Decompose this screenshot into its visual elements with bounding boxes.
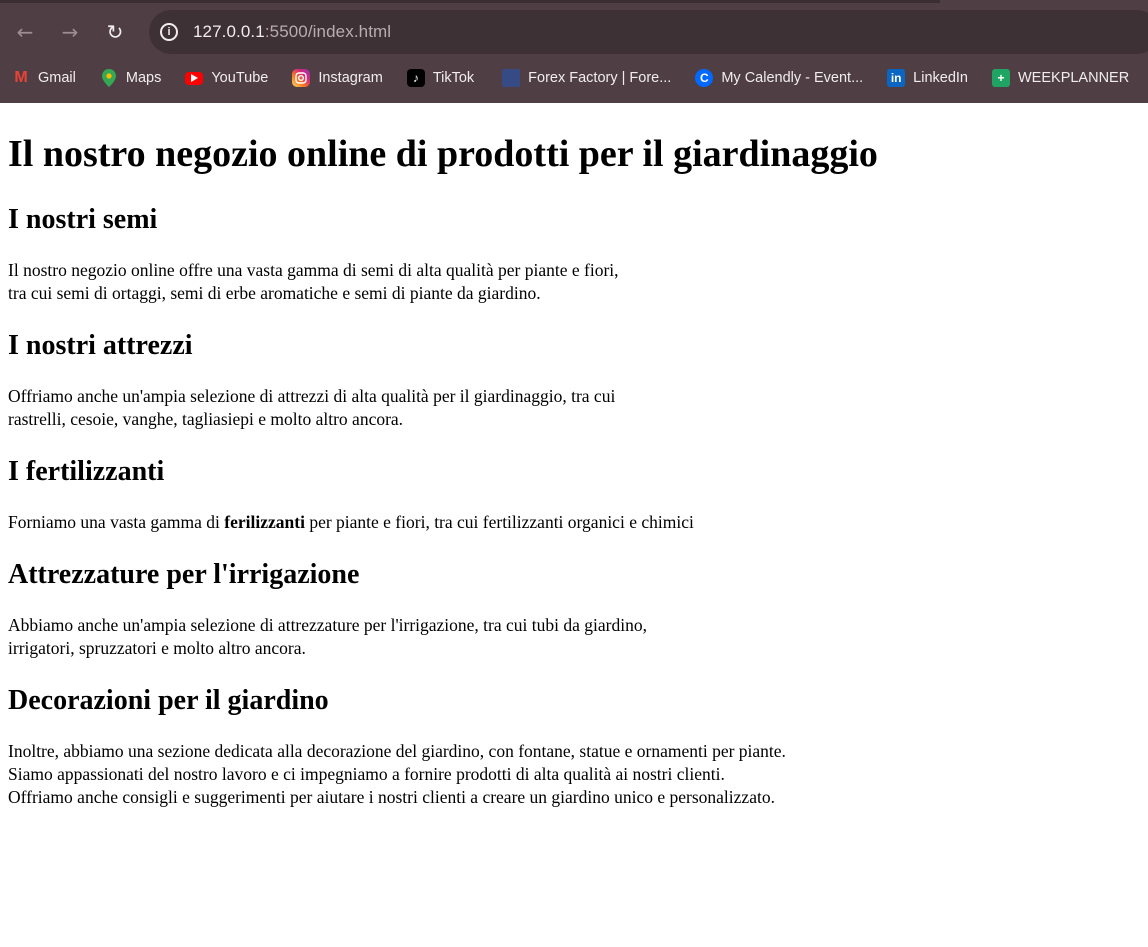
gmail-icon: M [14,69,28,86]
bookmark-label: Gmail [38,70,76,86]
text-line: Inoltre, abbiamo una sezione dedicata al… [8,741,786,761]
text-line: rastrelli, cesoie, vanghe, tagliasiepi e… [8,409,404,429]
url-path: :5500/index.html [264,22,392,41]
reload-button[interactable]: ↻ [101,18,129,46]
tiktok-icon: ♪ [406,69,425,87]
page-content: Il nostro negozio online di prodotti per… [0,131,1148,809]
text-line: Abbiamo anche un'ampia selezione di attr… [8,615,647,635]
bookmark-calendly[interactable]: C My Calendly - Event... [695,69,863,87]
text-line: Siamo appassionati del nostro lavoro e c… [8,764,725,784]
bookmarks-bar: M Gmail Maps YouTube Instagram ♪ TikTok [0,64,1141,92]
text-after-bold: per piante e fiori, tra cui fertilizzant… [309,512,694,532]
section-heading-decorazioni: Decorazioni per il giardino [8,685,329,716]
url-text[interactable]: 127.0.0.1:5500/index.html [193,22,391,42]
bookmark-label: LinkedIn [913,70,968,86]
back-button[interactable]: ← [11,18,39,46]
bookmark-label: Forex Factory | Fore... [528,70,672,86]
bold-term: ferilizzanti [224,512,305,532]
url-host: 127.0.0.1 [193,22,265,41]
section-heading-semi: I nostri semi [8,204,158,235]
bookmark-label: My Calendly - Event... [721,70,864,86]
bookmark-forex-factory[interactable]: Forex Factory | Fore... [502,69,671,87]
section-heading-irrigazione: Attrezzature per l'irrigazione [8,559,360,590]
bookmark-label: YouTube [211,70,269,86]
section-text-semi: Il nostro negozio online offre una vasta… [8,259,1140,305]
bookmark-label: WEEKPLANNER [1018,70,1130,86]
bookmark-label: Instagram [318,70,383,86]
page-title: Il nostro negozio online di prodotti per… [8,133,878,175]
bookmark-youtube[interactable]: YouTube [185,70,268,86]
section-text-irrigazione: Abbiamo anche un'ampia selezione di attr… [8,614,1140,660]
section-heading-fertilizzanti: I fertilizzanti [8,456,165,487]
weekplanner-icon: + [992,69,1010,87]
youtube-icon [185,71,204,85]
bookmark-instagram[interactable]: Instagram [292,69,383,87]
text-line: irrigatori, spruzzatori e molto altro an… [8,638,306,658]
site-info-icon[interactable]: i [160,23,178,41]
bookmark-label: Maps [125,70,162,86]
bookmark-weekplanner[interactable]: + WEEKPLANNER [992,69,1129,87]
text-before-bold: Forniamo una vasta gamma di [8,512,220,532]
browser-chrome: ← → ↻ i 127.0.0.1:5500/index.html M Gmai… [0,0,1148,103]
section-heading-attrezzi: I nostri attrezzi [8,330,193,361]
text-line: Offriamo anche consigli e suggerimenti p… [8,787,775,807]
bookmark-label: TikTok [432,70,475,86]
section-text-attrezzi: Offriamo anche un'ampia selezione di att… [8,385,1140,431]
section-text-decorazioni: Inoltre, abbiamo una sezione dedicata al… [8,740,1140,809]
forex-factory-icon [502,69,521,87]
maps-icon [100,69,118,87]
calendly-icon: C [695,69,714,87]
instagram-icon [292,69,311,87]
address-bar[interactable]: i 127.0.0.1:5500/index.html [149,10,1148,54]
text-line: Il nostro negozio online offre una vasta… [8,260,619,280]
text-line: Offriamo anche un'ampia selezione di att… [8,386,616,406]
bookmark-maps[interactable]: Maps [100,69,161,87]
section-text-fertilizzanti: Forniamo una vasta gamma di ferilizzanti… [8,511,1140,534]
text-line: tra cui semi di ortaggi, semi di erbe ar… [8,283,541,303]
browser-toolbar: ← → ↻ i 127.0.0.1:5500/index.html [0,10,1148,54]
tab-strip [0,0,940,3]
linkedin-icon: in [887,69,906,87]
bookmark-tiktok[interactable]: ♪ TikTok [406,69,475,87]
bookmark-linkedin[interactable]: in LinkedIn [887,69,968,87]
forward-button[interactable]: → [56,18,84,46]
bookmark-gmail[interactable]: M Gmail [12,69,76,87]
